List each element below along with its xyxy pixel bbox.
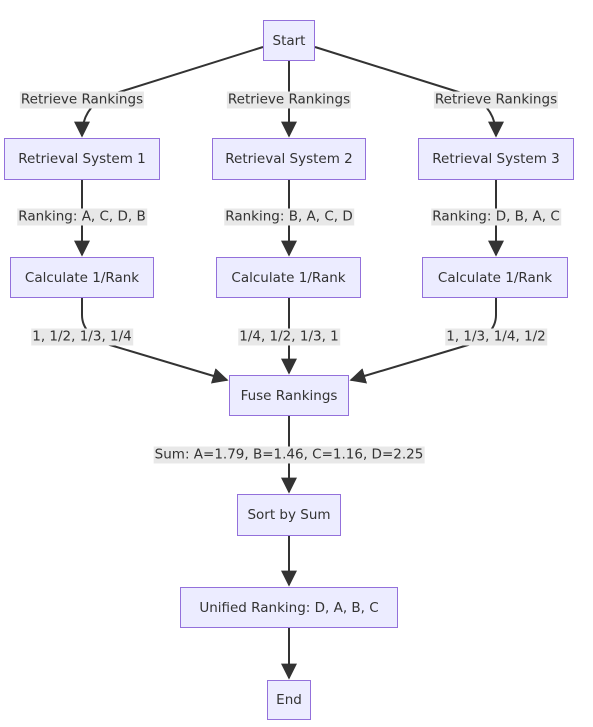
edge-label-values-2: 1/4, 1/2, 1/3, 1: [238, 328, 340, 346]
edge-label-ranking-1: Ranking: A, C, D, B: [17, 208, 147, 226]
edge-label-ranking-3: Ranking: D, B, A, C: [431, 208, 561, 226]
edge-label-retrieve-3: Retrieve Rankings: [433, 91, 559, 109]
edge-label-sum: Sum: A=1.79, B=1.46, C=1.16, D=2.25: [153, 446, 425, 464]
edge-label-retrieve-2: Retrieve Rankings: [226, 91, 352, 109]
edge-label-values-3: 1, 1/3, 1/4, 1/2: [445, 328, 547, 346]
edge-label-ranking-2: Ranking: B, A, C, D: [224, 208, 354, 226]
node-fuse-rankings: Fuse Rankings: [229, 375, 349, 416]
node-calculate-2: Calculate 1/Rank: [216, 257, 361, 298]
node-retrieval-system-2: Retrieval System 2: [212, 138, 366, 180]
edge-label-retrieve-1: Retrieve Rankings: [19, 91, 145, 109]
node-calculate-3: Calculate 1/Rank: [422, 257, 568, 298]
node-sort-by-sum: Sort by Sum: [237, 494, 341, 536]
node-retrieval-system-1: Retrieval System 1: [4, 138, 160, 180]
node-start: Start: [263, 20, 315, 61]
node-retrieval-system-3: Retrieval System 3: [418, 138, 574, 180]
node-unified-ranking: Unified Ranking: D, A, B, C: [180, 587, 398, 628]
node-end: End: [267, 680, 311, 720]
node-calculate-1: Calculate 1/Rank: [10, 257, 154, 298]
edge-label-values-1: 1, 1/2, 1/3, 1/4: [31, 328, 133, 346]
